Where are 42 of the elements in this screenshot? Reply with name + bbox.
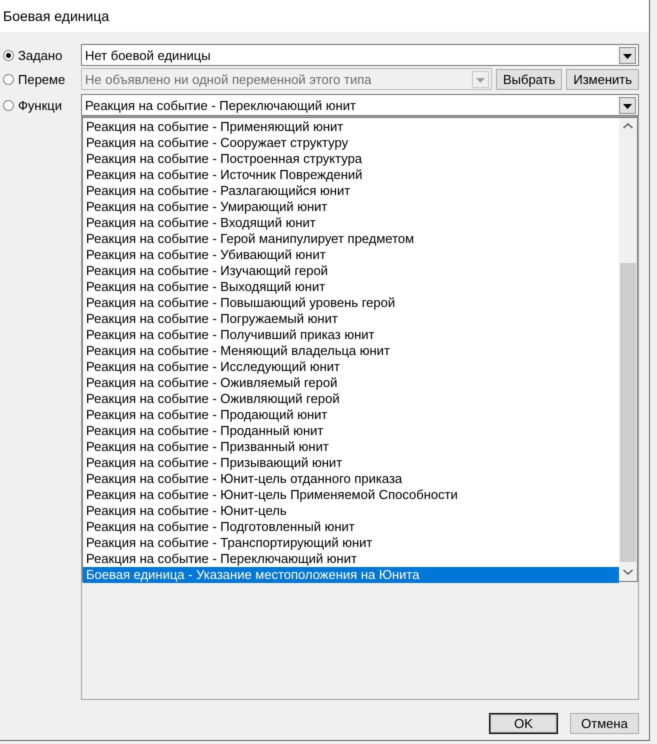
radio-label: Задано (18, 48, 62, 62)
radio-option[interactable]: Функци (3, 98, 81, 112)
list-item[interactable]: Реакция на событие - Применяющий юнит (83, 119, 619, 135)
combo-box[interactable]: Реакция на событие - Переключающий юнит (81, 94, 639, 116)
list-item[interactable]: Реакция на событие - Разлагающийся юнит (83, 183, 619, 199)
list-item[interactable]: Реакция на событие - Юнит-цель Применяемой Способности (83, 487, 619, 503)
list-item[interactable]: Реакция на событие - Продающий юнит (83, 407, 619, 423)
list-item[interactable]: Реакция на событие - Переключающий юнит (83, 551, 619, 567)
list-item[interactable]: Реакция на событие - Призывающий юнит (83, 455, 619, 471)
list-item[interactable]: Реакция на событие - Герой манипулирует предметом (83, 231, 619, 247)
list-item[interactable]: Боевая единица - Указание местоположения на Юнита (83, 567, 619, 583)
list-item[interactable]: Реакция на событие - Подготовленный юнит (83, 519, 619, 535)
radio-button[interactable] (3, 100, 14, 110)
list-item[interactable]: Реакция на событие - Выходящий юнит (83, 279, 619, 295)
radio-option[interactable]: Задано (3, 48, 81, 62)
dialog-button[interactable]: Отмена (570, 713, 639, 734)
window-title: Боевая единица (3, 8, 110, 24)
list-item[interactable]: Реакция на событие - Проданный юнит (83, 423, 619, 439)
list-item[interactable]: Реакция на событие - Юнит-цель отданного приказа (83, 471, 619, 487)
list-item[interactable]: Реакция на событие - Исследующий юнит (83, 359, 619, 375)
list-item[interactable]: Реакция на событие - Входящий юнит (83, 215, 619, 231)
combo-box[interactable]: Нет боевой единицы (81, 44, 639, 66)
list-item[interactable]: Реакция на событие - Изучающий герой (83, 263, 619, 279)
list-item[interactable]: Реакция на событие - Получивший приказ юнит (83, 327, 619, 343)
list-item[interactable]: Реакция на событие - Призванный юнит (83, 439, 619, 455)
list-item[interactable]: Реакция на событие - Сооружает структуру (83, 135, 619, 151)
list-item[interactable]: Реакция на событие - Умирающий юнит (83, 199, 619, 215)
list-item[interactable]: Реакция на событие - Убивающий юнит (83, 247, 619, 263)
list-item[interactable]: Реакция на событие - Построенная структура (83, 151, 619, 167)
list-item[interactable]: Реакция на событие - Транспортирующий юнит (83, 535, 619, 551)
list-item[interactable]: Реакция на событие - Источник Повреждений (83, 167, 619, 183)
list-item[interactable]: Реакция на событие - Погружаемый юнит (83, 311, 619, 327)
list-item[interactable]: Реакция на событие - Оживляющий герой (83, 391, 619, 407)
radio-button[interactable] (3, 50, 14, 60)
list-item[interactable]: Реакция на событие - Повышающий уровень герой (83, 295, 619, 311)
dialog-button[interactable]: OK (489, 713, 558, 734)
radio-label: Функци (18, 98, 62, 112)
list-item[interactable]: Реакция на событие - Оживляемый герой (83, 375, 619, 391)
list-item[interactable]: Реакция на событие - Меняющий владельца юнит (83, 343, 619, 359)
list-item[interactable]: Реакция на событие - Юнит-цель (83, 503, 619, 519)
scrollbar-thumb[interactable] (620, 263, 636, 562)
radio-label: Переме (18, 72, 66, 86)
